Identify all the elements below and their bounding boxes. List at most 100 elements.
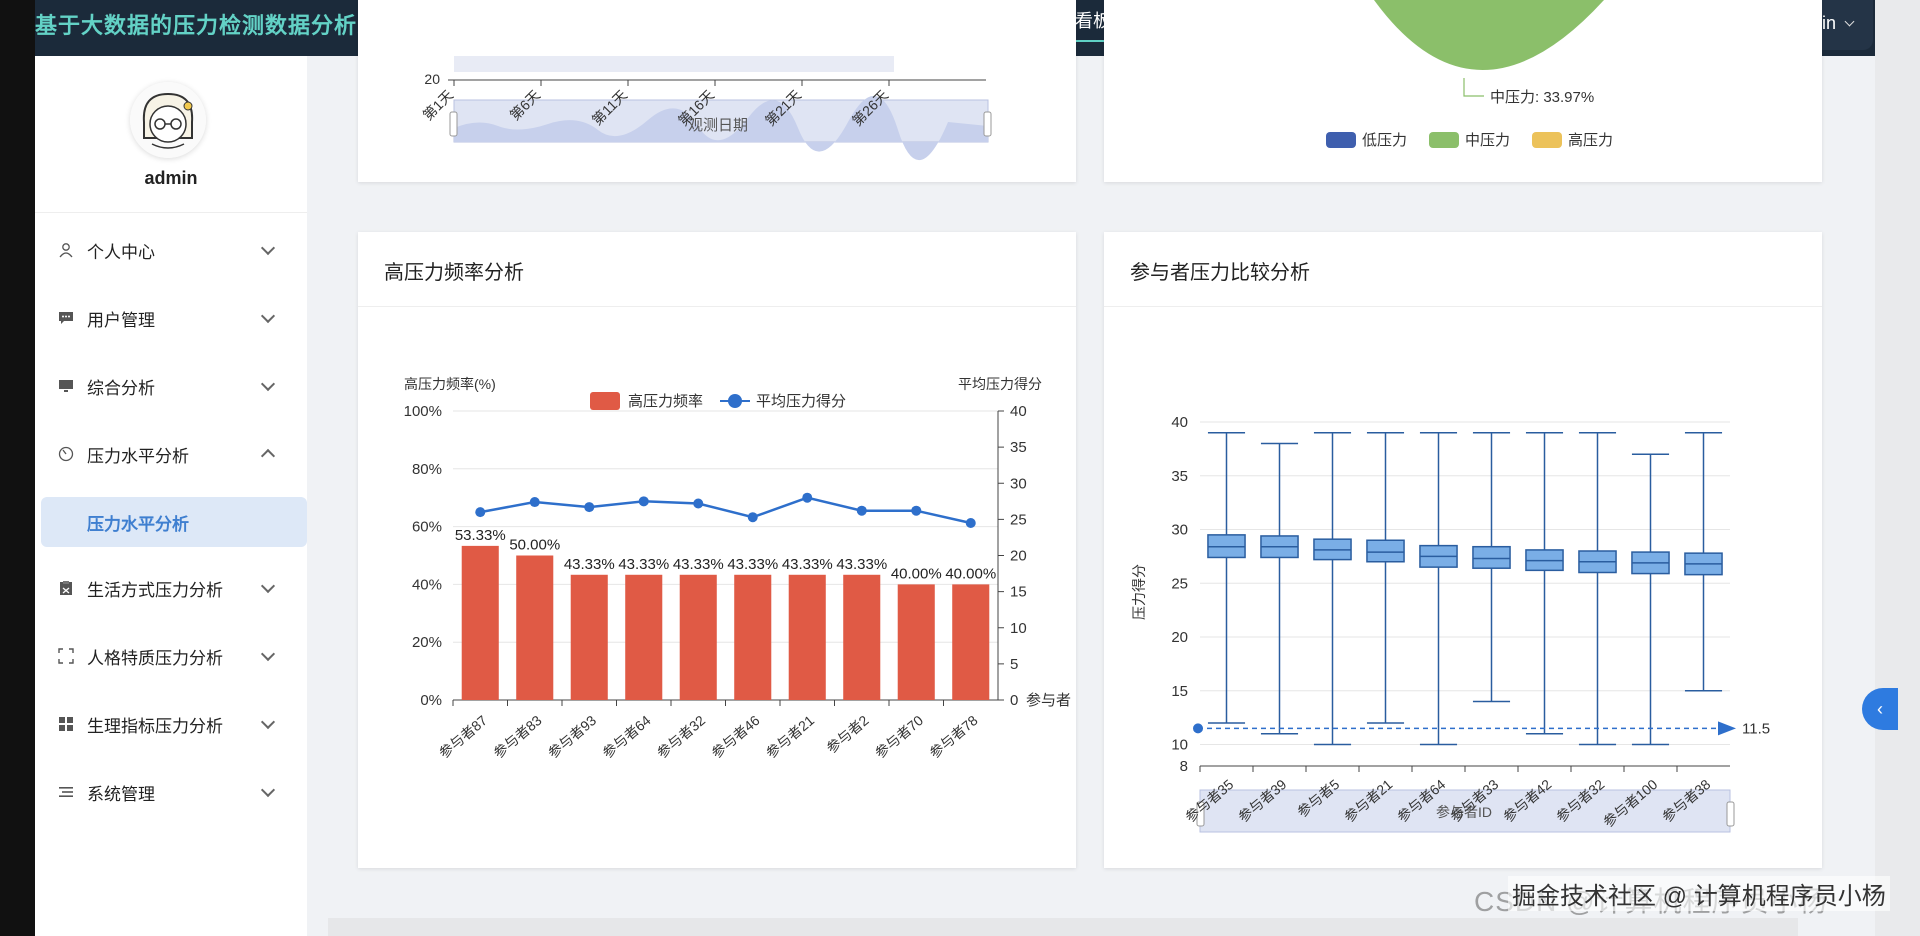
y2-tick-label: 30 (1010, 475, 1027, 492)
trend-chart-card: 20 观测日期 第1天 第6天 第11天 第16天 第21天 第26天 (358, 0, 1076, 182)
participant-comparison-card: 参与者压力比较分析 8 10 15 20 25 30 35 40 压力得分 参与者ID 参与者35 参… (1104, 232, 1822, 868)
sidebar-item-lifestyle-analysis[interactable]: 生活方式压力分析 (57, 568, 287, 608)
pie-label: 中压力: 33.97% (1490, 89, 1594, 106)
divider (35, 212, 307, 213)
x-tick-label: 参与者87 (436, 712, 491, 761)
line-point (529, 497, 540, 508)
chevron-down-icon (260, 578, 276, 594)
box-plot-chart: 810152025303540压力得分参与者ID参与者35参与者39 参与者5参与… (1131, 414, 1770, 833)
sidebar-item-system-management[interactable]: 系统管理 (57, 772, 287, 812)
sidebar-item-personal-center[interactable]: 个人中心 (57, 230, 287, 270)
legend-item[interactable]: 低压力 (1326, 129, 1407, 150)
box (1419, 432, 1458, 746)
legend-item[interactable]: 高压力 (1532, 129, 1613, 150)
y2-tick-label: 5 (1010, 656, 1018, 673)
bar-value-label: 53.33% (455, 527, 506, 544)
bar (843, 574, 881, 700)
y-tick-label: 10 (1171, 737, 1188, 754)
line-point (747, 512, 758, 523)
y-tick-label: 20 (424, 71, 440, 87)
bar (679, 574, 717, 700)
bar (734, 574, 772, 700)
line-point (911, 505, 922, 516)
y-axis-title: 高压力频率(%) (404, 376, 496, 392)
pie-chart-card: 中压力: 33.97% (1104, 0, 1822, 182)
bar-value-label: 43.33% (782, 556, 833, 573)
line-point (475, 507, 486, 518)
sidebar-item-label: 用户管理 (87, 310, 155, 330)
legend-swatch-dot (728, 394, 742, 408)
bar-value-label: 43.33% (564, 556, 615, 573)
bar (952, 584, 990, 700)
sidebar-item-label: 压力水平分析 (87, 446, 189, 466)
x-tick-label: 参与者21 (763, 712, 818, 761)
line-point (693, 498, 704, 509)
user-icon (57, 241, 75, 259)
collapse-tab-button[interactable]: ‹ (1862, 688, 1898, 730)
bar (461, 545, 499, 700)
line-point (802, 492, 813, 503)
y2-tick-label: 15 (1010, 584, 1027, 601)
box-body (1472, 545, 1511, 569)
legend-swatch-bar (590, 392, 620, 410)
sidebar-item-label: 系统管理 (87, 784, 155, 804)
legend-item[interactable]: 中压力 (1429, 129, 1510, 150)
series-line (480, 496, 972, 525)
x-tick-label: 参与者83 (490, 712, 545, 761)
app-title: 基于大数据的压力检测数据分析系统 (35, 13, 404, 38)
sidebar-subitem-pressure-level-analysis[interactable]: 压力水平分析 (41, 497, 307, 547)
bar (625, 574, 663, 700)
x-tick-label: 参与者64 (599, 712, 654, 761)
high-pressure-frequency-card: 高压力频率分析 高压力频率(%) 平均压力得分 0% 20% 40% 60% 80% 100%… (358, 232, 1076, 868)
chevron-down-icon (260, 782, 276, 798)
chat-icon (57, 309, 75, 327)
sidebar-item-physiological-analysis[interactable]: 生理指标压力分析 (57, 704, 287, 744)
y2-tick-label: 0 (1010, 692, 1018, 709)
mark-line-arrow (1718, 721, 1736, 736)
bar-value-label: 40.00% (891, 565, 942, 582)
chevron-down-icon (260, 376, 276, 392)
watermark: 掘金技术社区 @ 计算机程序员小杨 (1508, 876, 1890, 911)
y-tick-label: 15 (1171, 683, 1188, 700)
x-tick-label: 参与者46 (708, 712, 763, 761)
sidebar-item-personality-analysis[interactable]: 人格特质压力分析 (57, 636, 287, 676)
legend-label: 高压力 (1568, 132, 1614, 149)
y2-tick-label: 25 (1010, 511, 1027, 528)
sidebar-item-label: 个人中心 (87, 242, 155, 262)
box (1366, 432, 1405, 724)
chevron-up-icon (260, 448, 276, 464)
bar-value-label: 43.33% (673, 556, 724, 573)
y-tick-label: 8 (1180, 758, 1188, 775)
sidebar-item-comprehensive-analysis[interactable]: 综合分析 (57, 366, 287, 406)
sidebar: admin 个人中心 用户管理 综合分析 压力水平分析 压力水平分析 生活方式压… (35, 56, 307, 936)
y2-axis-name: 参与者 (1026, 692, 1071, 709)
x-tick-label: 参与者78 (926, 712, 981, 761)
bar (570, 574, 608, 700)
chevron-down-icon (260, 646, 276, 662)
x-tick-label: 参与者2 (823, 712, 872, 756)
line-point (965, 517, 976, 528)
bar-value-label: 50.00% (509, 537, 560, 554)
chevron-left-icon: ‹ (1877, 698, 1883, 719)
y-tick-label: 35 (1171, 468, 1188, 485)
chevron-down-icon (260, 308, 276, 324)
sidebar-item-label: 综合分析 (87, 378, 155, 398)
y-axis-title: 压力得分 (1131, 564, 1147, 620)
y-tick-label: 100% (404, 403, 442, 420)
box (1578, 432, 1617, 746)
sidebar-item-user-management[interactable]: 用户管理 (57, 298, 287, 338)
slider-handle-left[interactable] (449, 111, 458, 137)
box (1260, 442, 1299, 735)
box (1472, 432, 1511, 703)
sidebar-item-pressure-level-analysis[interactable]: 压力水平分析 (57, 434, 287, 474)
x-tick-label: 参与者32 (654, 712, 709, 761)
grid-icon (57, 715, 75, 733)
box-body (1366, 539, 1405, 563)
box (1207, 432, 1246, 724)
right-edge (1875, 0, 1920, 936)
slider-handle-right[interactable] (983, 111, 992, 137)
legend-label: 高压力频率 (628, 393, 703, 410)
box (1631, 453, 1670, 746)
bar-value-label: 43.33% (727, 556, 778, 573)
bar (788, 574, 826, 700)
